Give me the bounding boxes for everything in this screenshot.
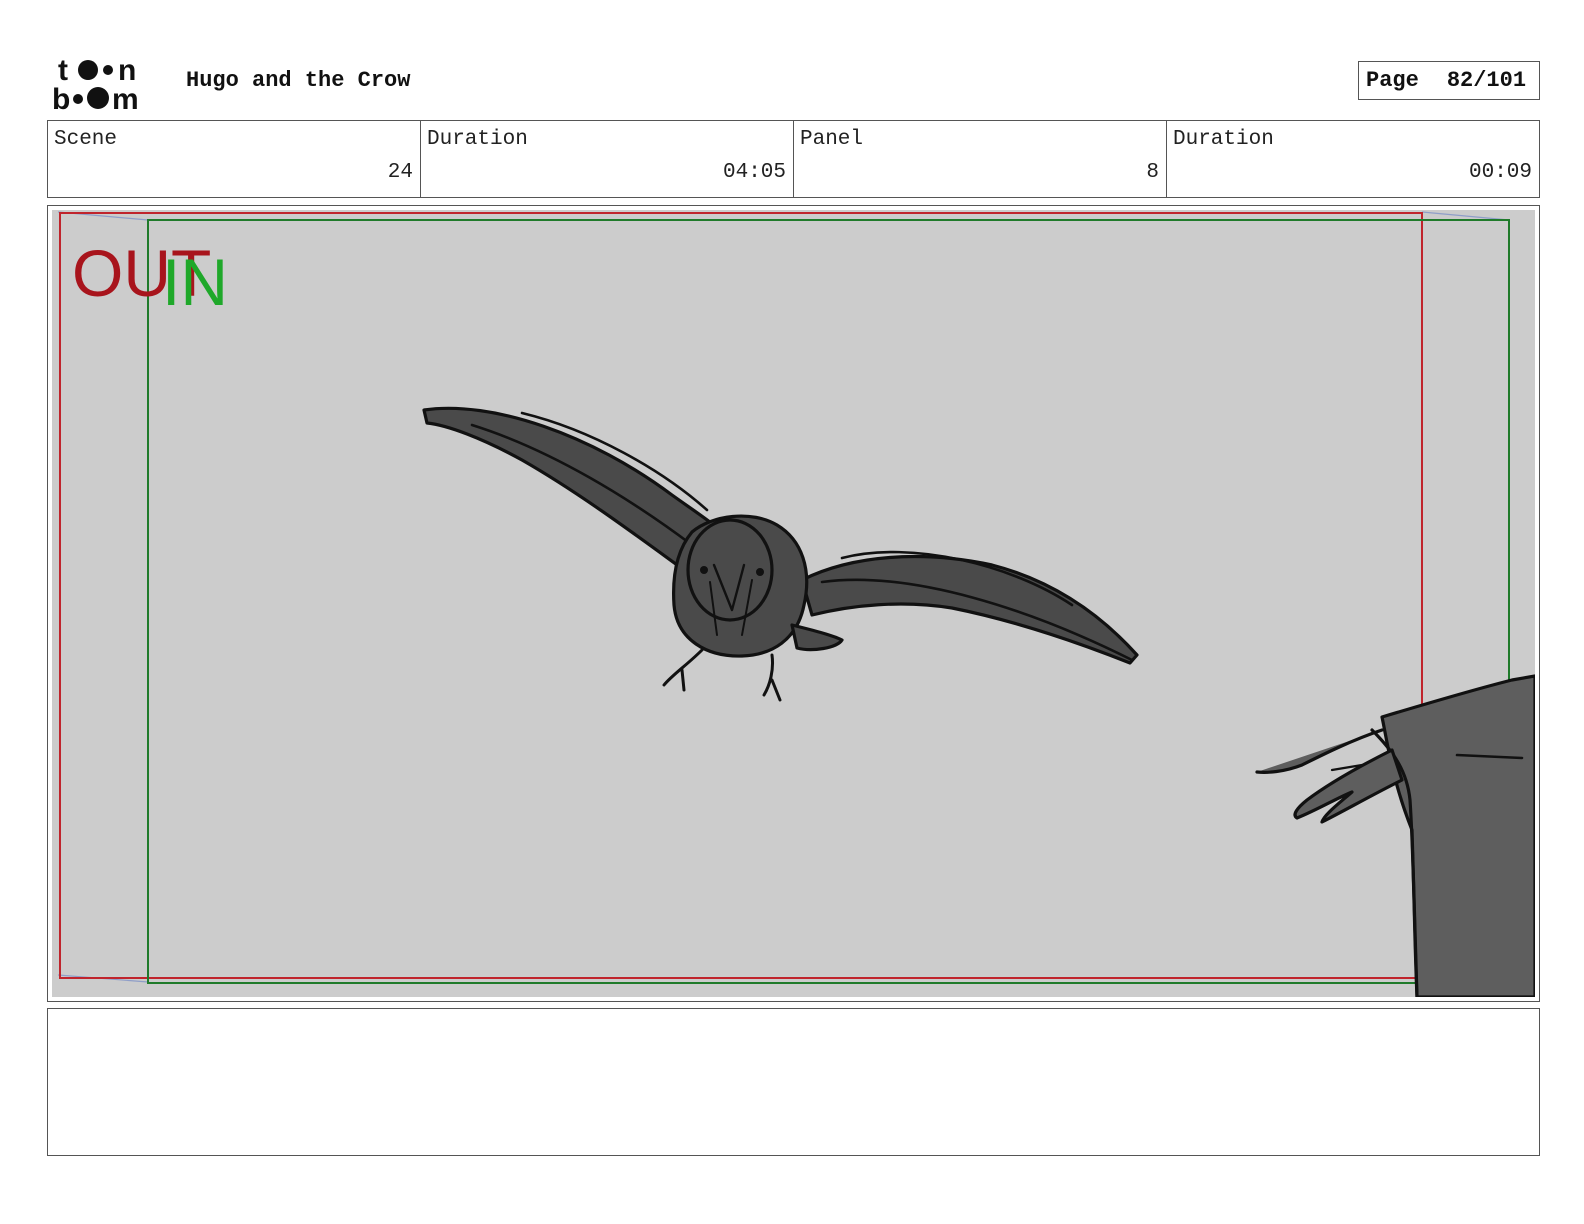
scene-duration-label: Duration bbox=[427, 128, 528, 151]
panel-info-table: Scene 24 Duration 04:05 Panel 8 Duration… bbox=[47, 120, 1540, 198]
panel-label: Panel bbox=[800, 128, 864, 151]
storyboard-panel: OUT IN bbox=[47, 205, 1540, 1002]
scene-label: Scene bbox=[54, 128, 118, 151]
project-title: Hugo and the Crow bbox=[186, 68, 411, 93]
toon-boom-logo: t n b m bbox=[52, 54, 139, 112]
hand-drawing bbox=[1255, 674, 1535, 997]
scene-cell: Scene 24 bbox=[48, 121, 421, 197]
panel-duration-cell: Duration 00:09 bbox=[1167, 121, 1539, 197]
panel-drawing: OUT IN bbox=[52, 210, 1535, 997]
crow-drawing bbox=[422, 406, 1139, 702]
panel-value: 8 bbox=[1146, 161, 1159, 184]
page-label: Page bbox=[1366, 68, 1419, 93]
scene-value: 24 bbox=[387, 161, 413, 184]
scene-duration-cell: Duration 04:05 bbox=[421, 121, 794, 197]
notes-area bbox=[47, 1008, 1540, 1156]
page-number: 82/101 bbox=[1446, 68, 1527, 93]
svg-text:b: b bbox=[52, 83, 70, 112]
panel-duration-label: Duration bbox=[1173, 128, 1274, 151]
panel-drawing-svg: OUT IN bbox=[57, 211, 1535, 997]
in-label: IN bbox=[162, 245, 228, 319]
panel-cell: Panel 8 bbox=[794, 121, 1167, 197]
svg-text:m: m bbox=[112, 83, 139, 112]
page-indicator: Page 82/101 bbox=[1358, 61, 1540, 100]
scene-duration-value: 04:05 bbox=[722, 161, 786, 184]
panel-duration-value: 00:09 bbox=[1468, 161, 1532, 184]
